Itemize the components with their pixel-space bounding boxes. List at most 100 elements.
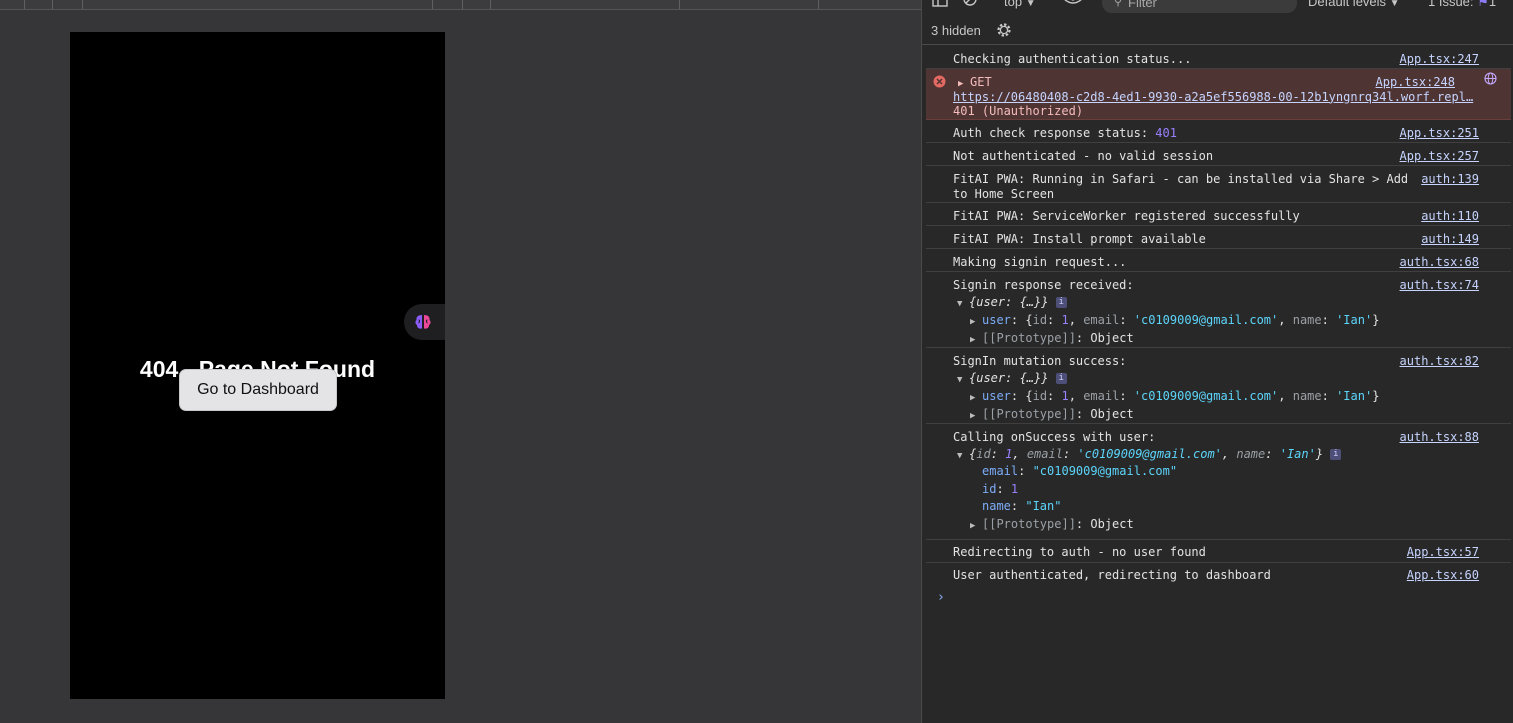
object-property-id: id: 1 <box>982 482 1019 496</box>
object-preview[interactable]: ▼ {user: {…}} i <box>957 295 1067 312</box>
source-link[interactable]: auth:110 <box>1421 209 1479 224</box>
issues-count: 1 <box>1488 0 1497 9</box>
source-link[interactable]: App.tsx:60 <box>1407 568 1479 583</box>
object-prototype[interactable]: ▶ [[Prototype]]: Object <box>970 407 1134 424</box>
console-message: FitAI PWA: Running in Safari - can be in… <box>926 166 1511 203</box>
message-text: Calling onSuccess with user: <box>953 430 1156 444</box>
property-value: 'c0109009@gmail.com' <box>1077 447 1222 461</box>
property-value: 'c0109009@gmail.com' <box>1133 389 1279 403</box>
source-link[interactable]: App.tsx:251 <box>1400 126 1479 141</box>
source-link[interactable]: auth.tsx:74 <box>1400 278 1479 293</box>
property-key: email <box>1026 447 1063 461</box>
hidden-messages-count: 3 hidden <box>931 23 981 38</box>
source-link[interactable]: App.tsx:247 <box>1400 52 1479 67</box>
message-text-continued: to Home Screen <box>953 186 1055 201</box>
console-message: Auth check response status: 401 App.tsx:… <box>926 120 1511 143</box>
console-prompt-chevron-icon[interactable]: › <box>937 590 945 605</box>
message-text: Redirecting to auth - no user found <box>953 545 1206 559</box>
property-value: 1 <box>1061 389 1069 403</box>
gear-icon[interactable] <box>995 21 1013 39</box>
property-value: "Ian" <box>1025 499 1062 513</box>
source-link[interactable]: auth.tsx:88 <box>1400 430 1479 445</box>
property-key: id <box>1032 389 1048 403</box>
property-value: 1 <box>1010 482 1019 496</box>
console-error-message: ▶ GET https://06480408-c2d8-4ed1-9930-a2a… <box>926 69 1511 120</box>
live-expression-eye-icon[interactable] <box>1062 0 1084 9</box>
object-prototype[interactable]: ▶ [[Prototype]]: Object <box>970 517 1134 534</box>
property-value: 1 <box>1061 313 1069 327</box>
log-levels-dropdown[interactable]: Default levels ▼ <box>1308 0 1400 9</box>
property-key: name <box>982 499 1011 513</box>
mobile-device-screen: 404 - Page Not Found Go to Dashboard <box>70 32 445 699</box>
message-text: FitAI PWA: Running in Safari - can be in… <box>953 172 1409 186</box>
console-message: FitAI PWA: Install prompt available auth… <box>926 226 1511 249</box>
context-selector-label: top <box>1004 0 1023 9</box>
property-key: name <box>1292 389 1322 403</box>
log-levels-label: Default levels <box>1308 0 1387 9</box>
console-message: User authenticated, redirecting to dashb… <box>926 563 1511 586</box>
source-link[interactable]: auth.tsx:82 <box>1400 354 1479 369</box>
request-url[interactable]: https://06480408-c2d8-4ed1-9930-a2a5ef55… <box>953 90 1473 104</box>
chevron-down-icon: ▼ <box>1025 0 1036 9</box>
object-property-email: email: "c0109009@gmail.com" <box>982 464 1178 478</box>
source-link[interactable]: App.tsx:257 <box>1400 149 1479 164</box>
source-link[interactable]: auth.tsx:68 <box>1400 255 1479 270</box>
filter-input[interactable] <box>1128 0 1288 10</box>
property-value: Object <box>1090 407 1134 421</box>
property-key: name <box>1292 313 1322 327</box>
object-property-user[interactable]: ▶ user: {id: 1, email: 'c0109009@gmail.co… <box>970 389 1379 406</box>
console-log-list: Checking authentication status... App.ts… <box>922 46 1513 723</box>
object-property-user[interactable]: ▶ user: {id: 1, email: 'c0109009@gmail.co… <box>970 313 1379 330</box>
property-value: 'Ian' <box>1336 389 1373 403</box>
console-message: Making signin request... auth.tsx:68 <box>926 249 1511 272</box>
object-preview[interactable]: ▼ {id: 1, email: 'c0109009@gmail.com', na… <box>957 447 1342 464</box>
sidebar-toggle-icon[interactable] <box>932 0 948 9</box>
globe-network-icon[interactable] <box>1484 72 1497 85</box>
info-icon[interactable]: i <box>1055 373 1067 384</box>
object-summary: {user: {…}} <box>969 295 1049 309</box>
property-key: user <box>982 313 1011 327</box>
device-viewport-pane: 404 - Page Not Found Go to Dashboard <box>0 0 921 723</box>
console-message-object: SignIn mutation success: auth.tsx:82 ▼ {u… <box>926 348 1511 424</box>
response-status-text: 401 (Unauthorized) <box>953 104 1084 118</box>
property-key: [[Prototype]] <box>982 331 1076 345</box>
info-icon[interactable]: i <box>1330 449 1342 460</box>
console-toolbar: top ▼ ⚲ Default levels ▼ 1 Issue: ⚑1 <box>922 0 1513 14</box>
context-selector[interactable]: top ▼ <box>1004 0 1036 9</box>
issues-counter[interactable]: 1 Issue: ⚑1 <box>1428 0 1496 10</box>
info-icon[interactable]: i <box>1055 297 1067 308</box>
property-key: [[Prototype]] <box>982 407 1076 421</box>
message-text: Auth check response status: 401 <box>953 126 1177 141</box>
property-key: id <box>976 447 991 461</box>
object-property-name: name: "Ian" <box>982 499 1062 513</box>
property-key: user <box>982 389 1011 403</box>
message-text: Signin response received: <box>953 278 1134 292</box>
clear-console-icon[interactable] <box>962 0 978 9</box>
filter-icon: ⚲ <box>1114 0 1123 8</box>
go-to-dashboard-button[interactable]: Go to Dashboard <box>179 369 337 411</box>
message-label: Auth check response status: <box>953 126 1156 140</box>
property-key: id <box>982 482 997 496</box>
object-prototype[interactable]: ▶ [[Prototype]]: Object <box>970 331 1134 348</box>
request-url-link[interactable]: https://06480408-c2d8-4ed1-9930-a2a5ef55… <box>953 90 1473 105</box>
property-value: 1 <box>1005 447 1013 461</box>
source-link[interactable]: App.tsx:57 <box>1407 545 1479 560</box>
devtools-console-panel: top ▼ ⚲ Default levels ▼ 1 Issue: ⚑1 3 h… <box>921 0 1513 723</box>
message-text: Checking authentication status... <box>953 52 1192 66</box>
message-text: SignIn mutation success: <box>953 354 1127 368</box>
brain-extension-tab[interactable] <box>404 304 445 340</box>
object-preview[interactable]: ▼ {user: {…}} i <box>957 371 1067 388</box>
console-status-bar: 3 hidden <box>922 18 1513 45</box>
property-key: name <box>1236 447 1266 461</box>
brain-icon <box>415 315 431 329</box>
issues-label: 1 Issue: <box>1428 0 1474 9</box>
device-ruler <box>0 0 921 10</box>
source-link[interactable]: auth:149 <box>1421 232 1479 247</box>
message-text: User authenticated, redirecting to dashb… <box>953 568 1271 582</box>
status-number: 401 <box>1155 126 1177 140</box>
property-key: email <box>1083 313 1120 327</box>
source-link[interactable]: App.tsx:248 <box>1376 75 1455 90</box>
error-circle-icon <box>933 75 946 88</box>
source-link[interactable]: auth:139 <box>1421 172 1479 187</box>
console-message-object: Signin response received: auth.tsx:74 ▼{… <box>926 272 1511 348</box>
